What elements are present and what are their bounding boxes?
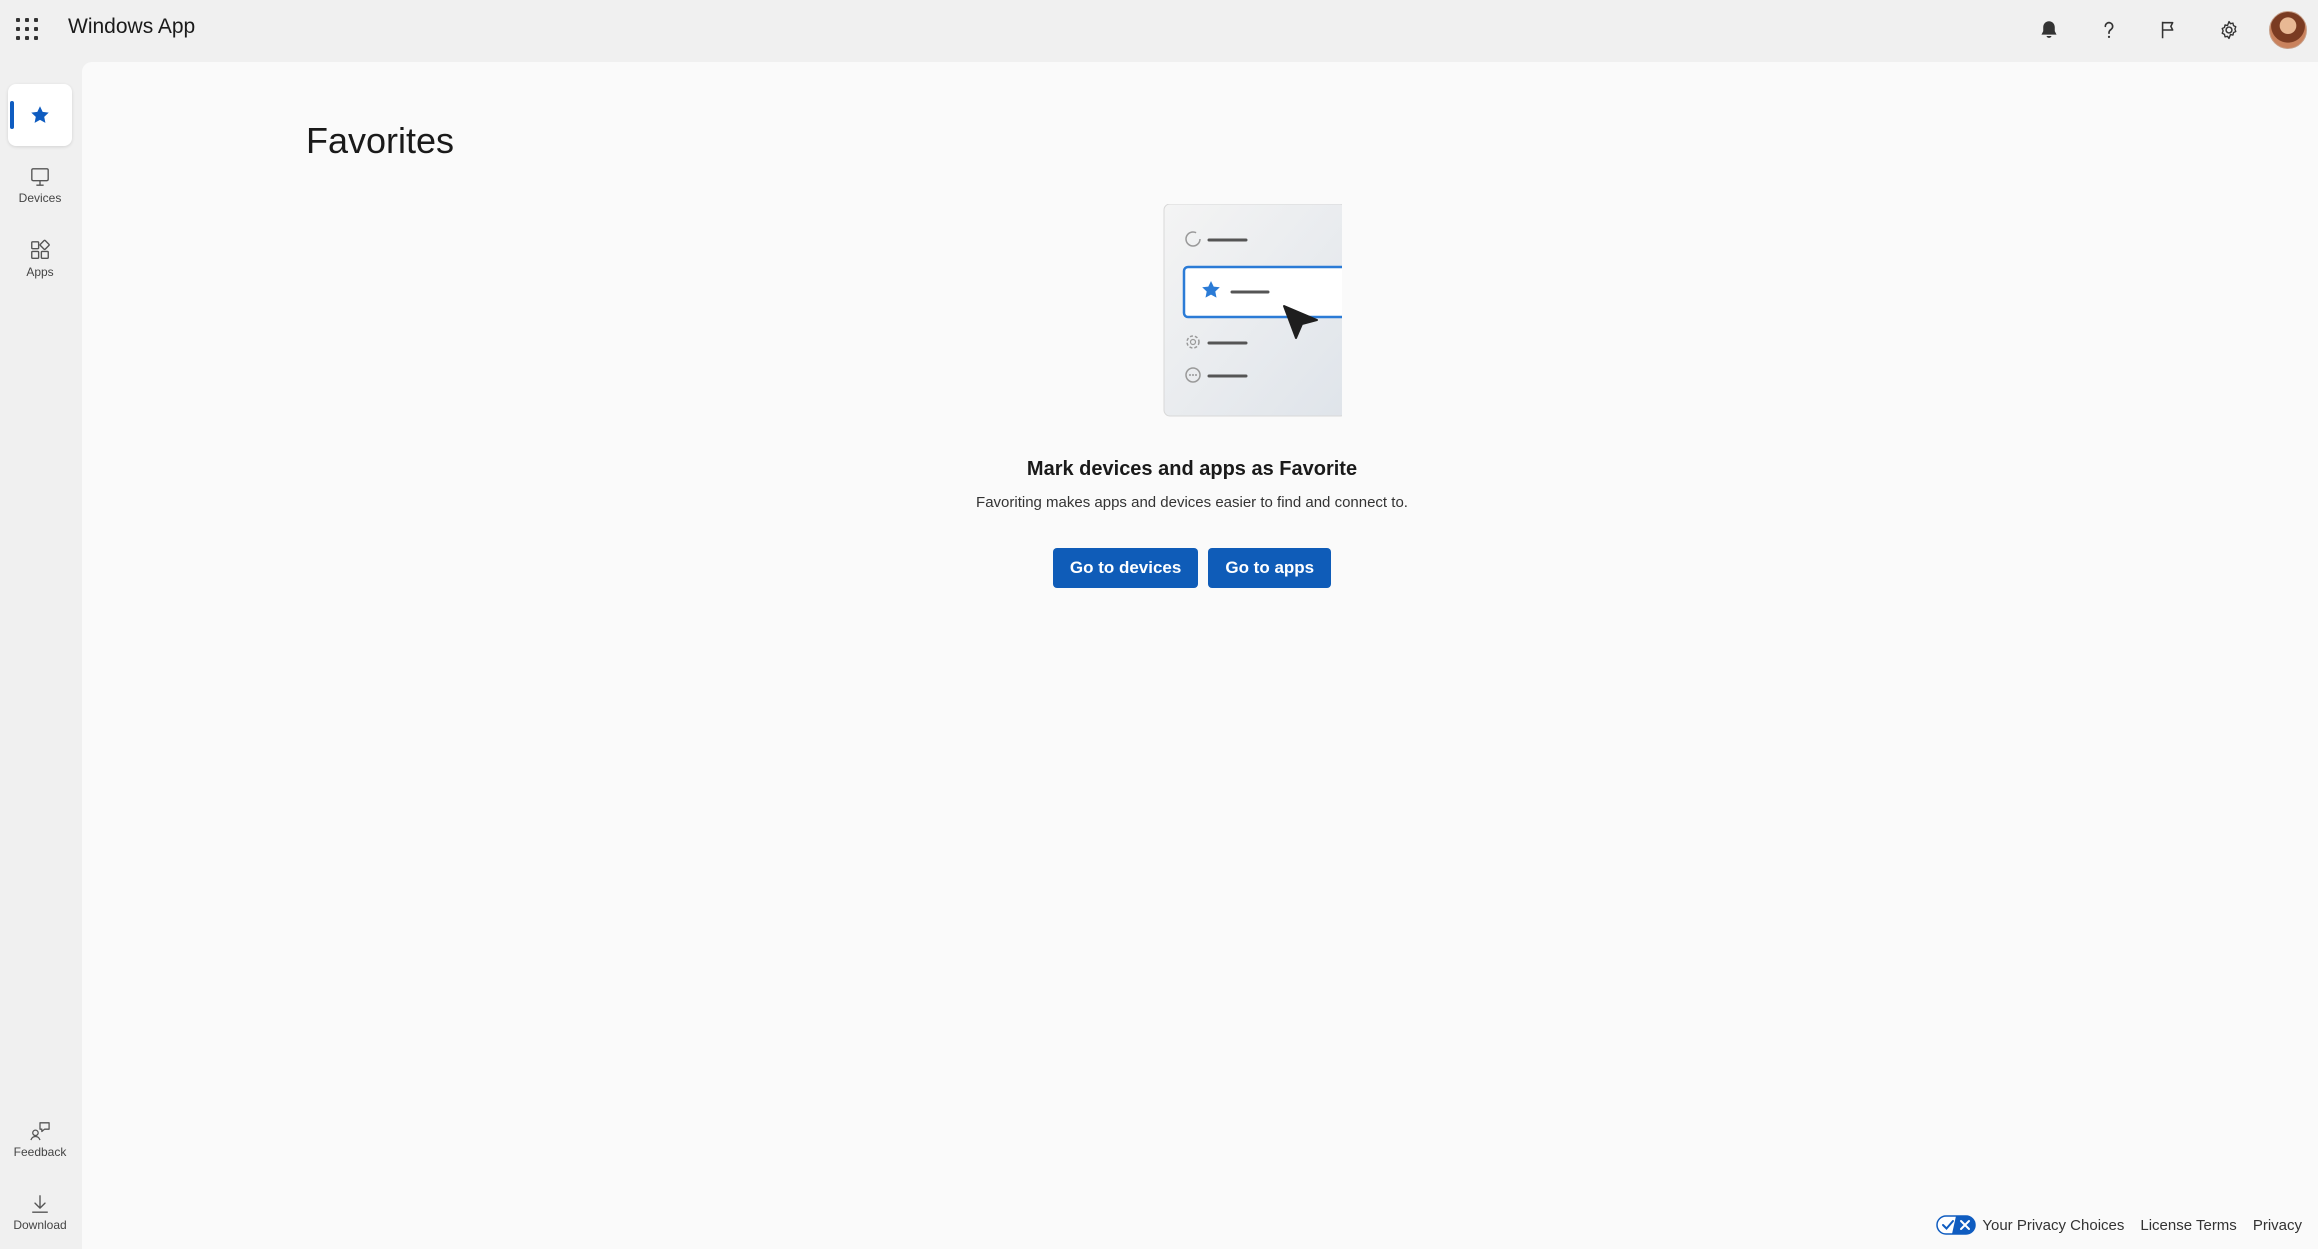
privacy-choices-link[interactable]: Your Privacy Choices bbox=[1936, 1215, 2124, 1235]
left-navigation-rail: Devices Apps Feedback Download bbox=[0, 60, 82, 1249]
go-to-devices-button[interactable]: Go to devices bbox=[1052, 548, 1199, 588]
star-icon bbox=[31, 106, 49, 123]
nav-item-download[interactable]: Download bbox=[8, 1182, 72, 1244]
empty-state-title: Mark devices and apps as Favorite bbox=[1026, 458, 1358, 480]
download-icon bbox=[32, 1195, 48, 1213]
settings-button[interactable] bbox=[2199, 0, 2259, 60]
app-title: Windows App bbox=[68, 15, 196, 38]
privacy-choices-toggle-icon bbox=[1936, 1215, 1977, 1235]
help-button[interactable] bbox=[2079, 0, 2139, 60]
page-title: Favorites bbox=[306, 120, 455, 161]
feedback-icon bbox=[30, 1122, 50, 1141]
apps-icon bbox=[31, 239, 50, 259]
footer: Your Privacy Choices License Terms Priva… bbox=[1936, 1215, 2302, 1235]
privacy-choices-label: Your Privacy Choices bbox=[1982, 1216, 2125, 1234]
empty-state-actions: Go to devices Go to apps bbox=[82, 548, 2302, 588]
main-content: Favorites Mark devices and apps as Favor… bbox=[82, 62, 2318, 1249]
privacy-link[interactable]: Privacy bbox=[2253, 1217, 2302, 1234]
user-avatar[interactable] bbox=[2269, 11, 2307, 49]
nav-item-favorites[interactable] bbox=[8, 84, 72, 146]
nav-item-apps[interactable]: Apps bbox=[8, 228, 72, 290]
nav-label-feedback: Feedback bbox=[13, 1145, 67, 1159]
top-bar: Windows App bbox=[0, 0, 2318, 60]
notifications-button[interactable] bbox=[2019, 0, 2079, 60]
nav-label-download: Download bbox=[13, 1218, 67, 1232]
help-icon bbox=[2104, 21, 2114, 38]
nav-label-devices: Devices bbox=[18, 191, 62, 205]
flag-icon bbox=[2161, 21, 2174, 39]
gear-icon bbox=[2221, 20, 2237, 40]
favorites-illustration bbox=[1163, 204, 1342, 417]
go-to-apps-button[interactable]: Go to apps bbox=[1208, 548, 1332, 588]
nav-item-feedback[interactable]: Feedback bbox=[8, 1109, 72, 1171]
feedback-flag-button[interactable] bbox=[2139, 0, 2199, 60]
app-launcher-grid-icon[interactable] bbox=[14, 16, 40, 42]
top-actions bbox=[2019, 0, 2318, 60]
nav-label-apps: Apps bbox=[26, 265, 54, 279]
empty-state-subtitle: Favoriting makes apps and devices easier… bbox=[976, 494, 1408, 511]
bell-icon bbox=[2041, 21, 2057, 38]
license-terms-link[interactable]: License Terms bbox=[2140, 1217, 2236, 1234]
monitor-icon bbox=[31, 168, 49, 186]
nav-item-devices[interactable]: Devices bbox=[8, 155, 72, 217]
